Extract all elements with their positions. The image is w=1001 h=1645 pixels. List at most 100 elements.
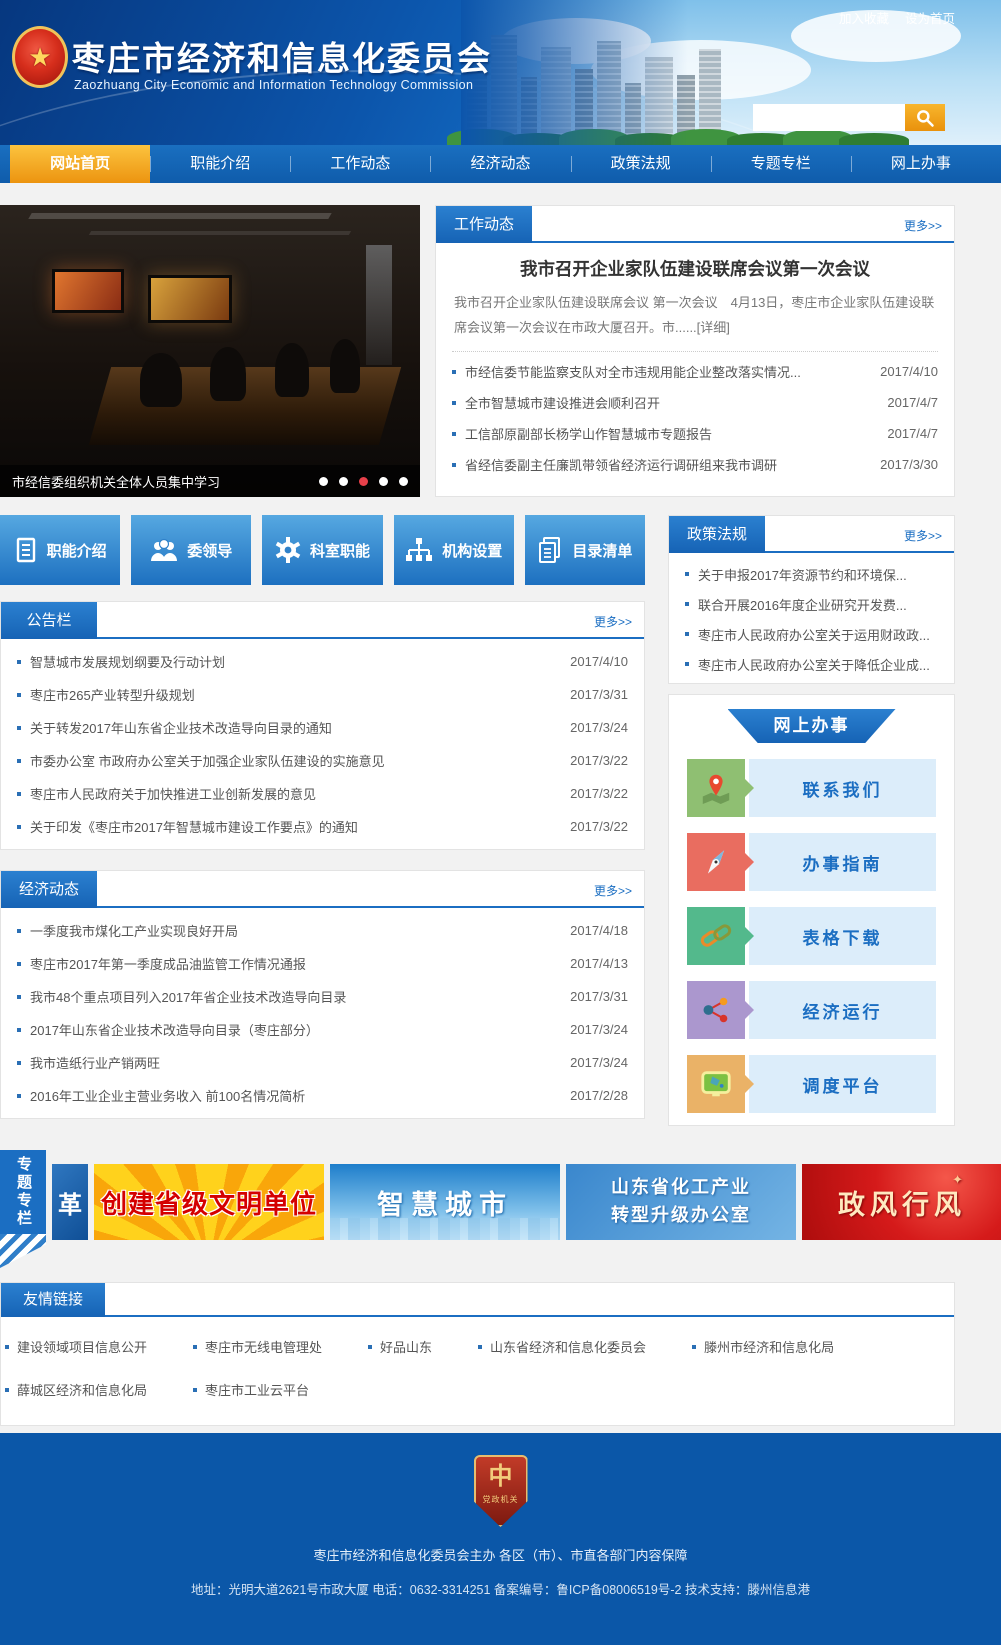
policy-panel: 政策法规 更多>> 关于申报2017年资源节约和环境保... 联合开展2016年… [668,515,955,684]
people-icon [150,537,178,563]
add-favorite-link[interactable]: 加入收藏 [839,8,889,27]
news-list-item[interactable]: 我市48个重点项目列入2017年省企业技术改造导向目录 2017/3/31 [1,980,644,1013]
carousel-dot-3[interactable] [359,477,368,486]
service-economic-operation[interactable]: 经济运行 [687,981,936,1039]
bullet-icon [692,1345,696,1349]
carousel-dot-1[interactable] [319,477,328,486]
nav-item-special-columns[interactable]: 专题专栏 [711,145,851,183]
search-icon [915,108,935,128]
news-list-item[interactable]: 我市造纸行业产销两旺 2017/3/24 [1,1046,644,1079]
friend-link[interactable]: 枣庄市无线电管理处 [193,1337,322,1356]
national-emblem-icon: ★ [12,26,68,88]
photo-carousel-slide[interactable]: 市经信委组织机关全体人员集中学习 [0,205,420,497]
nav-item-home[interactable]: 网站首页 [10,145,150,183]
special-columns-ribbon: 专题专栏 [0,1150,46,1268]
bullet-icon [17,693,21,697]
news-list-item[interactable]: 关于转发2017年山东省企业技术改造导向目录的通知 2017/3/24 [1,711,644,744]
bullet-icon [17,825,21,829]
bullet-icon [17,660,21,664]
bullet-icon [17,1094,21,1098]
service-form-download[interactable]: 表格下载 [687,907,936,965]
tab-work-news[interactable]: 工作动态 [436,206,532,243]
tab-policy[interactable]: 政策法规 [669,516,765,553]
bullet-icon [452,463,456,467]
banner-civilized-unit[interactable]: 创建省级文明单位 [94,1164,324,1240]
bullet-icon [193,1388,197,1392]
search-input[interactable] [753,104,905,131]
search-button[interactable] [905,104,945,131]
news-list-item[interactable]: 枣庄市2017年第一季度成品油监管工作情况通报 2017/4/13 [1,947,644,980]
nav-item-economy-news[interactable]: 经济动态 [430,145,570,183]
online-services-title: 网上办事 [728,709,896,743]
news-list-item[interactable]: 联合开展2016年度企业研究开发费... [669,589,954,619]
carousel-dot-4[interactable] [379,477,388,486]
quick-button-leaders[interactable]: 委领导 [131,515,251,585]
news-list-item[interactable]: 2016年工业企业主营业务收入 前100名情况简析 2017/2/28 [1,1079,644,1112]
nav-item-online-services[interactable]: 网上办事 [851,145,991,183]
special-columns-label: 专题专栏 [0,1150,46,1234]
economy-news-more-link[interactable]: 更多>> [594,882,632,899]
set-homepage-link[interactable]: 设为首页 [905,8,955,27]
map-pin-icon [699,771,733,805]
news-list-item[interactable]: 枣庄市人民政府办公室关于降低企业成... [669,649,954,679]
carousel-dot-2[interactable] [339,477,348,486]
bullet-icon [478,1345,482,1349]
quick-button-org-structure[interactable]: 机构设置 [394,515,514,585]
news-list-item[interactable]: 枣庄市人民政府关于加快推进工业创新发展的意见 2017/3/22 [1,777,644,810]
site-header: ★ 枣庄市经济和信息化委员会 Zaozhuang City Economic a… [0,0,1001,145]
site-footer: 中 党政机关 枣庄市经济和信息化委员会主办 各区（市）、市直各部门内容保障 地址… [0,1433,1001,1645]
friend-link[interactable]: 建设领域项目信息公开 [5,1337,147,1356]
policy-more-link[interactable]: 更多>> [904,527,942,544]
service-contact-us[interactable]: 联系我们 [687,759,936,817]
tab-notice-board[interactable]: 公告栏 [1,602,97,639]
news-list-item[interactable]: 枣庄市人民政府办公室关于运用财政政... [669,619,954,649]
news-list-item[interactable]: 智慧城市发展规划纲要及行动计划 2017/4/10 [1,645,644,678]
featured-article-title[interactable]: 我市召开企业家队伍建设联席会议第一次会议 [454,256,936,281]
notice-board-panel: 公告栏 更多>> 智慧城市发展规划纲要及行动计划 2017/4/10 [0,601,645,850]
news-list-item[interactable]: 一季度我市煤化工产业实现良好开局 2017/4/18 [1,914,644,947]
friend-link[interactable]: 好品山东 [368,1337,432,1356]
friend-link[interactable]: 枣庄市工业云平台 [193,1380,309,1399]
main-content: 市经信委组织机关全体人员集中学习 工作动态 更多>> 我市召开企业家队伍建设联席… [0,205,955,1126]
banner-partial[interactable]: 革 [52,1164,88,1240]
service-dispatch-platform[interactable]: 调度平台 [687,1055,936,1113]
bullet-icon [5,1388,9,1392]
work-news-more-link[interactable]: 更多>> [904,217,942,234]
site-title: 枣庄市经济和信息化委员会 [72,32,492,80]
work-news-list: 市经信委节能监察支队对全市违规用能企业整改落实情况... 2017/4/10 全… [436,356,954,480]
site-search [753,104,945,131]
news-list-item[interactable]: 关于印发《枣庄市2017年智慧城市建设工作要点》的通知 2017/3/22 [1,810,644,843]
carousel-dot-5[interactable] [399,477,408,486]
news-list-item[interactable]: 全市智慧城市建设推进会顺利召开 2017/4/7 [436,387,954,418]
bullet-icon [5,1345,9,1349]
banner-smart-city[interactable]: 智慧城市 [330,1164,560,1240]
banner-chemical-industry-office[interactable]: 山东省化工产业 转型升级办公室 [566,1164,796,1240]
news-list-item[interactable]: 2017年山东省企业技术改造导向目录（枣庄部分） 2017/3/24 [1,1013,644,1046]
friend-link[interactable]: 薛城区经济和信息化局 [5,1380,147,1399]
friend-link[interactable]: 山东省经济和信息化委员会 [478,1337,646,1356]
policy-list: 关于申报2017年资源节约和环境保... 联合开展2016年度企业研究开发费..… [669,553,954,683]
friend-link[interactable]: 滕州市经济和信息化局 [692,1337,834,1356]
news-list-item[interactable]: 市经信委节能监察支队对全市违规用能企业整改落实情况... 2017/4/10 [436,356,954,387]
quick-button-departments[interactable]: 科室职能 [262,515,382,585]
banner-political-conduct[interactable]: 政风行风 [802,1164,1001,1240]
greenery-art [461,129,1001,145]
news-list-item[interactable]: 市委办公室 市政府办公室关于加强企业家队伍建设的实施意见 2017/3/22 [1,744,644,777]
news-list-item[interactable]: 枣庄市265产业转型升级规划 2017/3/31 [1,678,644,711]
quick-button-functions[interactable]: 职能介绍 [0,515,120,585]
nav-item-policies[interactable]: 政策法规 [571,145,711,183]
screen-icon [699,1067,733,1101]
bullet-icon [17,1061,21,1065]
quick-button-catalog[interactable]: 目录清单 [525,515,645,585]
service-guide[interactable]: 办事指南 [687,833,936,891]
cloud-art [501,18,651,64]
tab-economy-news[interactable]: 经济动态 [1,871,97,908]
nav-item-work-news[interactable]: 工作动态 [290,145,430,183]
news-list-item[interactable]: 关于申报2017年资源节约和环境保... [669,559,954,589]
bullet-icon [17,759,21,763]
nav-item-functions[interactable]: 职能介绍 [150,145,290,183]
news-list-item[interactable]: 工信部原副部长杨学山作智慧城市专题报告 2017/4/7 [436,418,954,449]
friend-links-panel: 友情链接 建设领域项目信息公开 枣庄市无线电管理处 好品山东 山东省经济和信息化… [0,1282,955,1426]
notice-board-more-link[interactable]: 更多>> [594,613,632,630]
news-list-item[interactable]: 省经信委副主任廉凯带领省经济运行调研组来我市调研 2017/3/30 [436,449,954,480]
